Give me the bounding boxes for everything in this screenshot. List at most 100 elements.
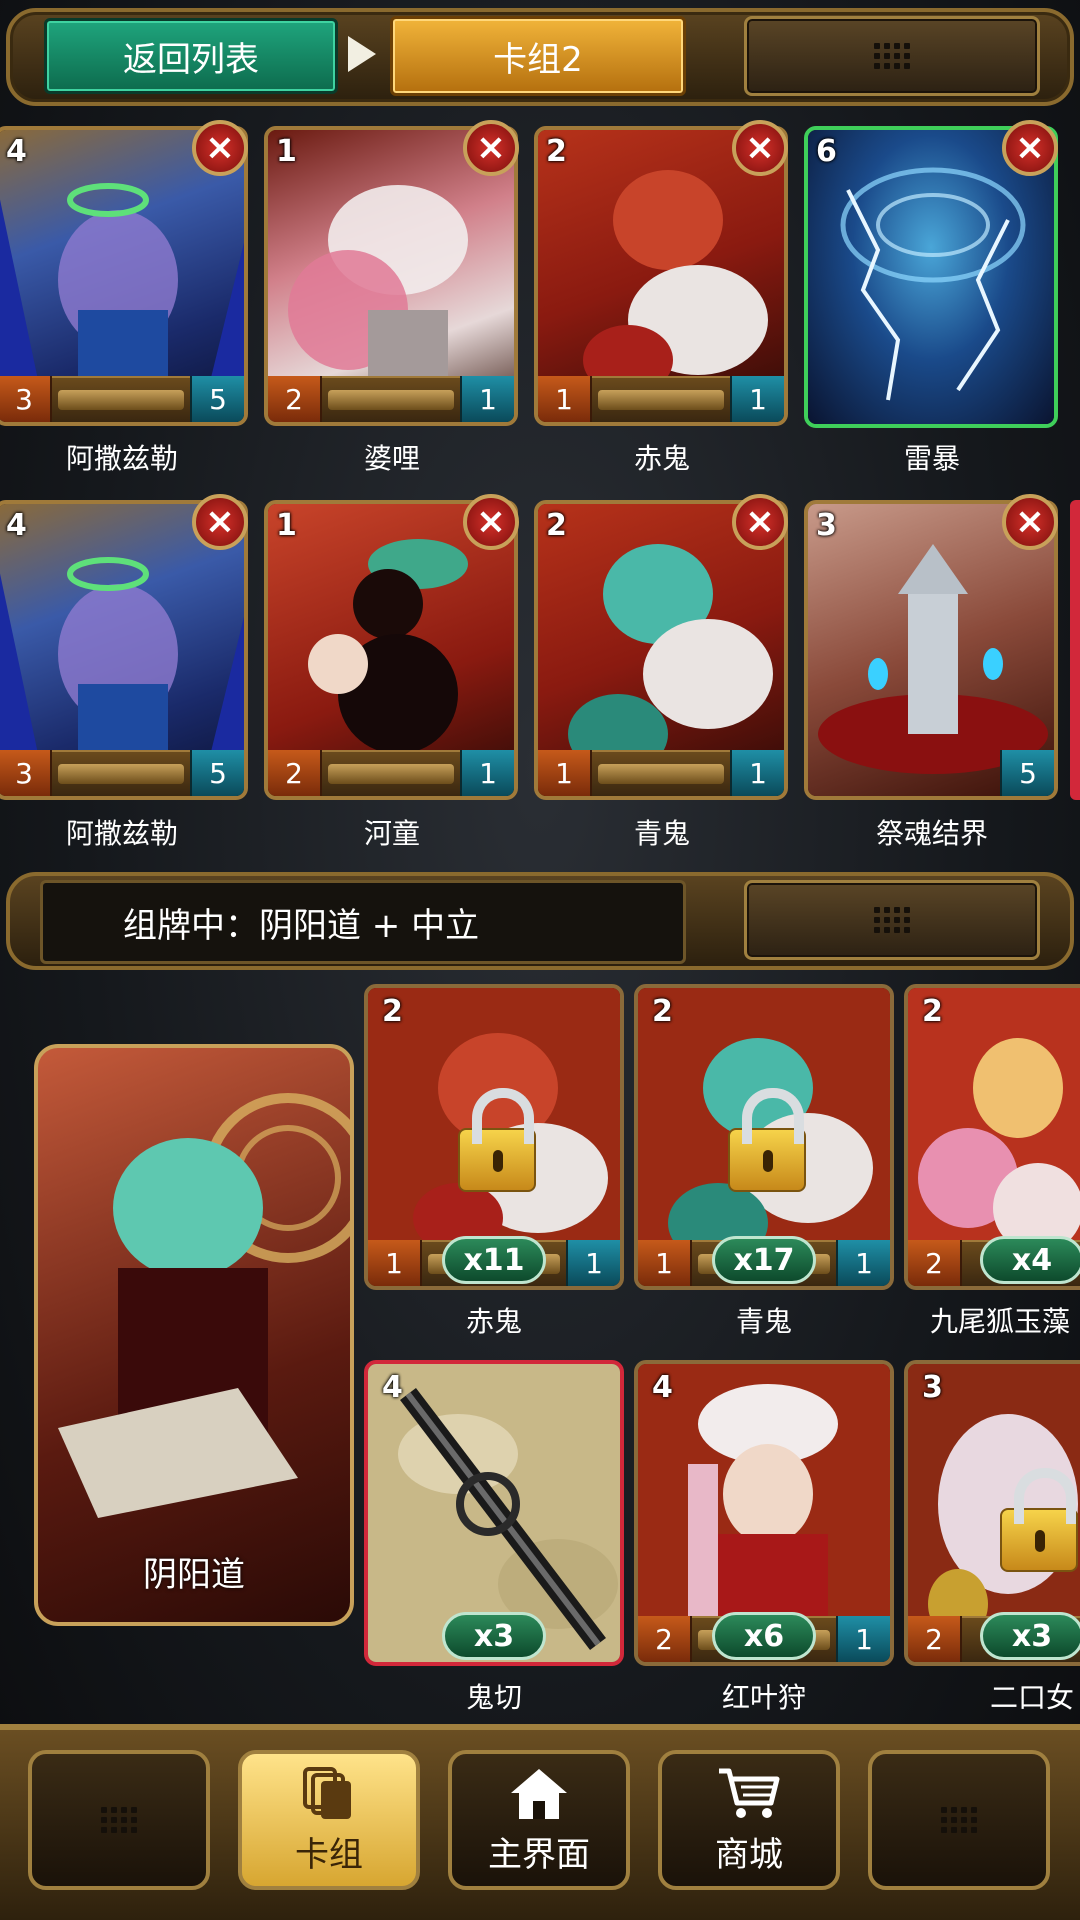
card-attack: 3 bbox=[0, 376, 52, 422]
lock-icon bbox=[1000, 1468, 1078, 1572]
breadcrumb-arrow-icon bbox=[348, 36, 376, 72]
card-health: 1 bbox=[566, 1240, 620, 1286]
card-cost: 4 bbox=[382, 1370, 403, 1405]
card-name: 阿撒兹勒 bbox=[65, 817, 178, 850]
card-name: 红叶狩 bbox=[721, 1681, 806, 1714]
deck-name-tab[interactable]: 卡组2 bbox=[390, 16, 686, 96]
nav-slot-left-button[interactable] bbox=[28, 1750, 210, 1890]
remove-card-button[interactable]: × bbox=[732, 120, 788, 176]
home-icon bbox=[509, 1765, 569, 1821]
nav-deck-button[interactable]: 卡组 bbox=[238, 1750, 420, 1890]
shopping-cart-icon bbox=[717, 1765, 781, 1821]
card-name: 祭魂结界 bbox=[875, 817, 988, 850]
close-icon: × bbox=[475, 127, 507, 168]
remove-card-button[interactable]: × bbox=[192, 494, 248, 550]
card-count-badge: x17 bbox=[712, 1236, 816, 1284]
card-attack: 3 bbox=[0, 750, 52, 796]
card-name: 阿撒兹勒 bbox=[65, 442, 178, 475]
card-attack: 1 bbox=[638, 1240, 692, 1286]
card-attack: 2 bbox=[268, 376, 322, 422]
card-attack: 1 bbox=[368, 1240, 422, 1286]
card-name: 九尾狐玉藻 bbox=[930, 1305, 1071, 1338]
card-cost: 1 bbox=[276, 134, 297, 169]
card-cost: 1 bbox=[276, 508, 297, 543]
collection-card[interactable]: 2 1 1 x11 bbox=[364, 984, 624, 1290]
card-cost: 2 bbox=[652, 994, 673, 1029]
card-name: 鬼切 bbox=[465, 1681, 522, 1714]
remove-card-button[interactable]: × bbox=[1002, 494, 1058, 550]
card-cost: 4 bbox=[6, 508, 27, 543]
grid-dots-icon bbox=[101, 1807, 137, 1833]
remove-card-button[interactable]: × bbox=[463, 494, 519, 550]
remove-card-button[interactable]: × bbox=[192, 120, 248, 176]
remove-card-button[interactable]: × bbox=[732, 494, 788, 550]
card-name: 青鬼 bbox=[735, 1305, 792, 1338]
remove-card-button[interactable]: × bbox=[463, 120, 519, 176]
grid-dots-icon bbox=[941, 1807, 977, 1833]
card-cost: 6 bbox=[816, 134, 837, 169]
card-attack: 2 bbox=[638, 1616, 692, 1662]
card-cost: 2 bbox=[922, 994, 943, 1029]
close-icon: × bbox=[1014, 127, 1046, 168]
card-count-badge: x11 bbox=[442, 1236, 546, 1284]
close-icon: × bbox=[475, 501, 507, 542]
card-name: 赤鬼 bbox=[465, 1305, 522, 1338]
filter-text: 组牌中：阴阳道 + 中立 bbox=[123, 905, 480, 946]
card-health: 1 bbox=[460, 376, 514, 422]
card-health: 1 bbox=[730, 750, 784, 796]
class-illustration bbox=[58, 1093, 350, 1518]
card-name: 河童 bbox=[363, 817, 420, 850]
collection-card[interactable]: 2 1 1 x17 bbox=[634, 984, 894, 1290]
card-name: 青鬼 bbox=[633, 817, 690, 850]
cards-stack-icon bbox=[301, 1765, 357, 1821]
card-health: 5 bbox=[1000, 750, 1054, 796]
card-cost: 2 bbox=[546, 508, 567, 543]
card-attack: 2 bbox=[908, 1616, 962, 1662]
close-icon: × bbox=[1014, 501, 1046, 542]
back-to-list-button[interactable]: 返回列表 bbox=[44, 18, 338, 94]
top-menu-button[interactable] bbox=[744, 16, 1040, 96]
card-health: 5 bbox=[190, 376, 244, 422]
card-name: 赤鬼 bbox=[633, 442, 690, 475]
nav-shop-button[interactable]: 商城 bbox=[658, 1750, 840, 1890]
card-count-badge: x3 bbox=[980, 1612, 1080, 1660]
card-health: 1 bbox=[460, 750, 514, 796]
card-illustration bbox=[840, 167, 1026, 401]
close-icon: × bbox=[204, 501, 236, 542]
grid-dots-icon bbox=[874, 907, 910, 933]
class-panel[interactable]: 阴阳道 bbox=[34, 1044, 354, 1626]
nav-shop-label: 商城 bbox=[715, 1834, 783, 1875]
nav-slot-right-button[interactable] bbox=[868, 1750, 1050, 1890]
card-attack: 1 bbox=[538, 750, 592, 796]
card-name: 婆哩 bbox=[363, 442, 420, 475]
card-health: 1 bbox=[836, 1616, 890, 1662]
collection-card[interactable]: 4 x3 bbox=[364, 1360, 624, 1666]
lock-icon bbox=[458, 1088, 536, 1192]
class-label: 阴阳道 bbox=[143, 1555, 245, 1595]
close-icon: × bbox=[204, 127, 236, 168]
card-cost: 4 bbox=[652, 1370, 673, 1405]
card-count-badge: x3 bbox=[442, 1612, 546, 1660]
deck-name-label: 卡组2 bbox=[493, 39, 583, 80]
close-icon: × bbox=[744, 501, 776, 542]
card-attack: 2 bbox=[268, 750, 322, 796]
remove-card-button[interactable]: × bbox=[1002, 120, 1058, 176]
card-name: 二口女 bbox=[990, 1681, 1075, 1714]
deck-filter-label: 组牌中：阴阳道 + 中立 bbox=[40, 880, 686, 964]
card-cost: 3 bbox=[816, 508, 837, 543]
card-cost: 4 bbox=[6, 134, 27, 169]
card-attack: 2 bbox=[908, 1240, 962, 1286]
card-attack: 1 bbox=[538, 376, 592, 422]
collection-card[interactable]: 2 2 x4 bbox=[904, 984, 1080, 1290]
nav-home-button[interactable]: 主界面 bbox=[448, 1750, 630, 1890]
card-cost: 3 bbox=[922, 1370, 943, 1405]
collection-card[interactable]: 4 2 1 x6 bbox=[634, 1360, 894, 1666]
card-count-badge: x6 bbox=[712, 1612, 816, 1660]
card-health: 1 bbox=[836, 1240, 890, 1286]
close-icon: × bbox=[744, 127, 776, 168]
collection-card[interactable]: 3 2 x3 bbox=[904, 1360, 1080, 1666]
grid-dots-icon bbox=[874, 43, 910, 69]
nav-deck-label: 卡组 bbox=[295, 1834, 363, 1875]
filter-menu-button[interactable] bbox=[744, 880, 1040, 960]
lock-icon bbox=[728, 1088, 806, 1192]
